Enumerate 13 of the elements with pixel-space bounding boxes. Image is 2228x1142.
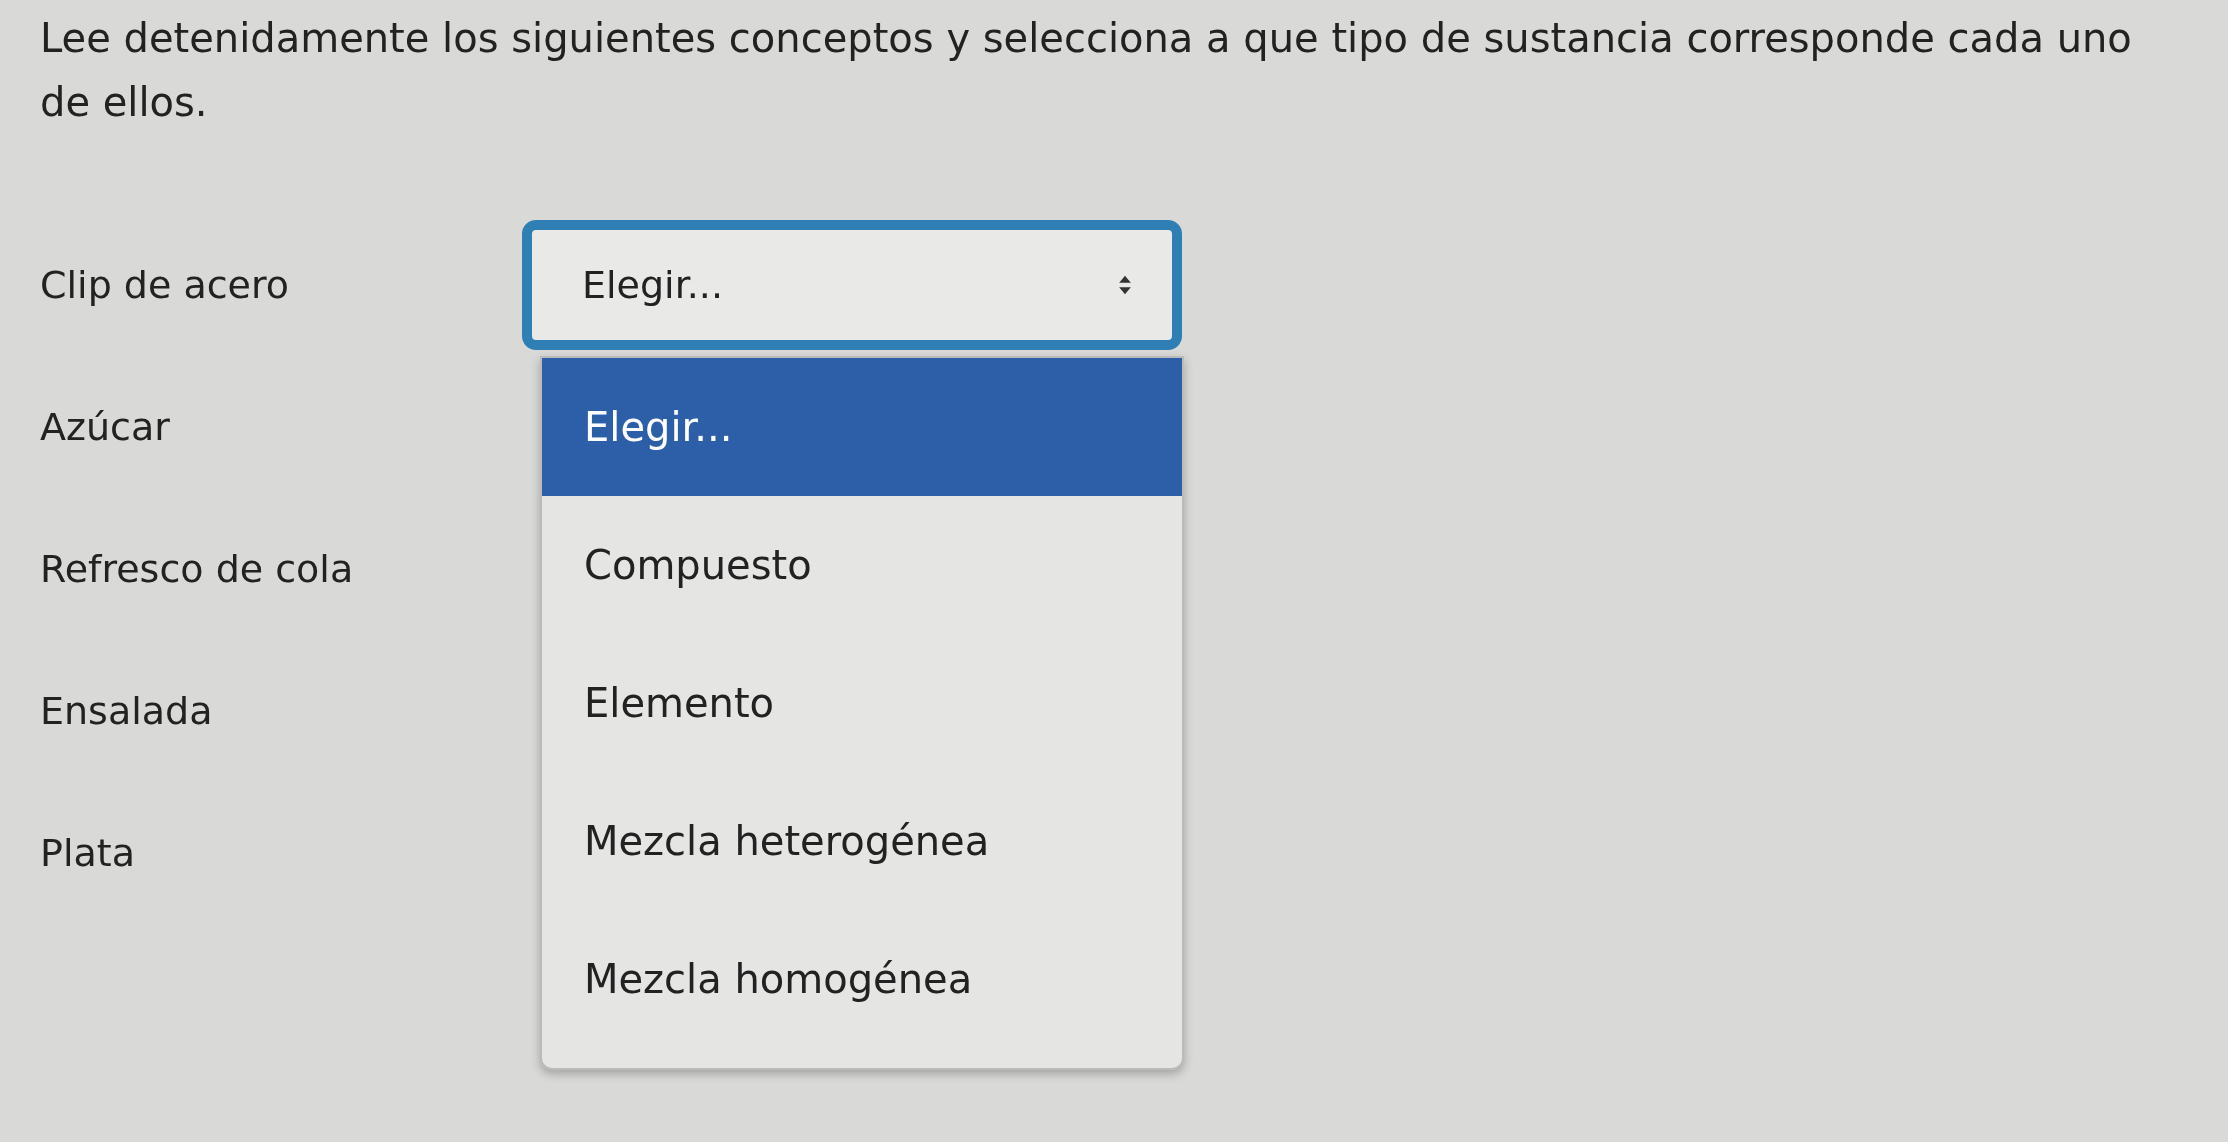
dropdown-option[interactable]: Elegir... (542, 358, 1182, 496)
up-down-arrow-icon (1118, 274, 1132, 296)
dropdown-option[interactable]: Compuesto (542, 496, 1182, 634)
dropdown-select[interactable]: Elegir... (522, 220, 1182, 350)
instruction-text: Lee detenidamente los siguientes conceptos y selecciona a que tipo de sustancia corresponde cada uno de ellos. (40, 14, 2133, 127)
dropdown-option[interactable]: Mezcla heterogénea (542, 772, 1182, 910)
concept-label: Plata (40, 831, 136, 875)
concept-label: Refresco de cola (40, 547, 355, 591)
concept-label: Clip de acero (40, 263, 291, 307)
concept-label: Ensalada (40, 689, 214, 733)
dropdown-option[interactable]: Elemento (542, 634, 1182, 772)
concept-label: Azúcar (40, 405, 171, 449)
dropdown-option[interactable]: Mezcla homogénea (542, 910, 1182, 1048)
